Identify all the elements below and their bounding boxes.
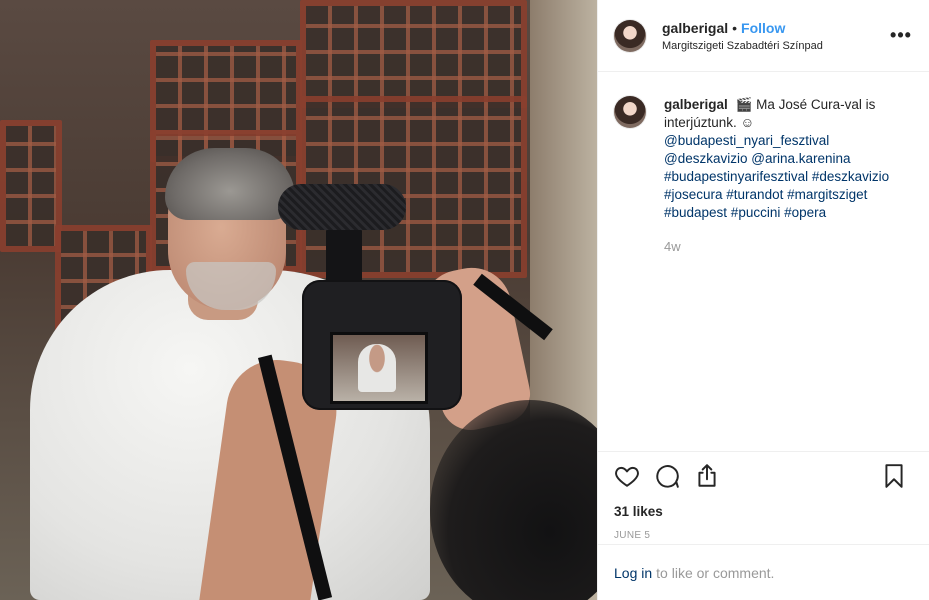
action-bar: 31 likes JUNE 5 [598, 451, 929, 541]
instagram-post: galberigal • Follow Margitszigeti Szabad… [0, 0, 929, 600]
caption-tag[interactable]: @deszkavizio @arina.karenina [664, 151, 851, 166]
action-icons [614, 462, 913, 492]
like-count[interactable]: 31 likes [614, 504, 913, 519]
camera-microphone [278, 184, 406, 230]
caption-tag[interactable]: #budapest #puccini #opera [664, 205, 826, 220]
post-date: JUNE 5 [614, 530, 651, 541]
follow-button[interactable]: Follow [741, 20, 785, 36]
login-text: to like or comment. [656, 564, 775, 581]
mic-mount [326, 226, 362, 286]
login-link[interactable]: Log in [614, 565, 652, 581]
header-text: galberigal • Follow Margitszigeti Szabad… [662, 20, 889, 52]
camera-screen-subject [358, 344, 396, 392]
lattice-panel [300, 0, 527, 108]
comment-icon[interactable] [654, 463, 682, 491]
header-line: galberigal • Follow [662, 20, 889, 36]
avatar[interactable] [614, 19, 646, 52]
avatar[interactable] [614, 96, 646, 128]
post-header: galberigal • Follow Margitszigeti Szabad… [598, 0, 929, 72]
caption-tag[interactable]: @budapesti_nyari_fesztival [664, 133, 829, 148]
heart-icon[interactable] [614, 463, 642, 491]
caption: galberigal 🎬 Ma José Cura-val is interjú… [664, 96, 913, 256]
location-link[interactable]: Margitszigeti Szabadtéri Színpad [662, 40, 889, 52]
more-options-icon[interactable]: ••• [889, 25, 913, 46]
lattice-panel [0, 120, 62, 252]
post-age: 4w [664, 239, 681, 254]
caption-tag[interactable]: #josecura #turandot #margitsziget [664, 187, 867, 202]
caption-username[interactable]: galberigal [664, 97, 728, 112]
bookmark-icon[interactable] [881, 463, 909, 491]
caption-tag[interactable]: #budapestinyarifesztival #deszkavizio [664, 169, 889, 184]
username-link[interactable]: galberigal [662, 20, 728, 36]
login-prompt: Log in to like or comment. [598, 544, 929, 600]
gray-hair [165, 148, 295, 220]
post-photo[interactable] [0, 0, 597, 600]
separator-dot: • [732, 19, 738, 36]
post-sidebar: galberigal • Follow Margitszigeti Szabad… [597, 0, 929, 600]
caption-block: galberigal 🎬 Ma José Cura-val is interjú… [598, 72, 929, 256]
share-icon[interactable] [694, 463, 722, 491]
